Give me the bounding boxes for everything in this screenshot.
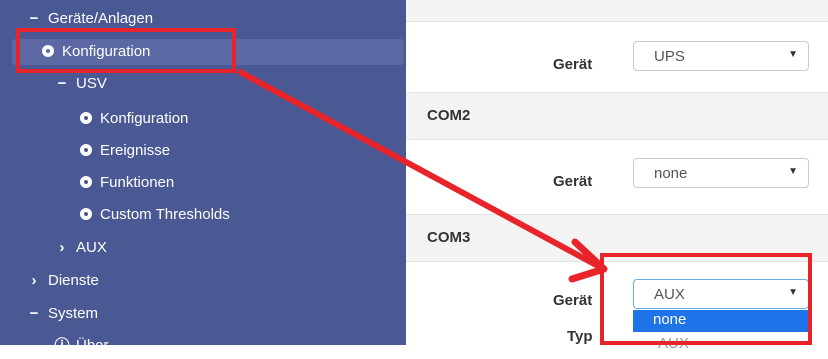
sidebar-nav: − Geräte/Anlagen Konfiguration − USV Konfi… (0, 0, 406, 354)
sidebar-item-usv[interactable]: − USV (54, 71, 107, 97)
info-icon: ⓘ (54, 337, 70, 354)
chevron-right-icon: › (31, 272, 37, 289)
sidebar-item-custom-thresholds[interactable]: Custom Thresholds (80, 202, 230, 228)
sidebar-item-konfiguration[interactable]: Konfiguration (12, 39, 404, 65)
dropdown-option-none[interactable]: none (633, 310, 809, 332)
sidebar-item-usv-konfiguration[interactable]: Konfiguration (80, 106, 188, 132)
com1-geraet-select[interactable]: UPS ▼ (633, 41, 809, 71)
com1-geraet-label: Gerät (553, 56, 593, 73)
section-header-com3: COM3 (406, 214, 828, 262)
com2-geraet-select[interactable]: none ▼ (633, 158, 809, 188)
com3-typ-value-partial: AUX (658, 335, 689, 352)
chevron-right-icon: › (59, 239, 65, 256)
minus-icon: − (57, 75, 67, 92)
com3-geraet-select[interactable]: AUX ▼ (633, 279, 809, 309)
sidebar-item-dienste[interactable]: › Dienste (26, 268, 99, 294)
gear-icon (80, 144, 92, 156)
gear-icon (80, 176, 92, 188)
gear-icon (80, 208, 92, 220)
minus-icon: − (29, 10, 39, 27)
sidebar-item-system[interactable]: − System (26, 301, 98, 327)
com3-geraet-label: Gerät (553, 292, 593, 309)
caret-down-icon: ▼ (788, 49, 798, 60)
caret-down-icon: ▼ (788, 166, 798, 177)
caret-down-icon: ▼ (788, 287, 798, 298)
gear-icon (42, 45, 54, 57)
section-header-com2: COM2 (406, 92, 828, 140)
sidebar-item-funktionen[interactable]: Funktionen (80, 170, 174, 196)
section-header-com1 (406, 0, 828, 22)
com2-geraet-label: Gerät (553, 173, 593, 190)
sidebar-item-ereignisse[interactable]: Ereignisse (80, 138, 170, 164)
sidebar-item-ueber[interactable]: ⓘ Über (54, 333, 108, 359)
main-panel: Gerät UPS ▼ COM2 Gerät none ▼ COM3 Gerät… (406, 0, 828, 352)
sidebar-item-geraete-anlagen[interactable]: − Geräte/Anlagen (26, 6, 153, 32)
com3-typ-label: Typ (567, 328, 593, 345)
minus-icon: − (29, 305, 39, 322)
sidebar-item-aux[interactable]: › AUX (54, 235, 107, 261)
gear-icon (80, 112, 92, 124)
